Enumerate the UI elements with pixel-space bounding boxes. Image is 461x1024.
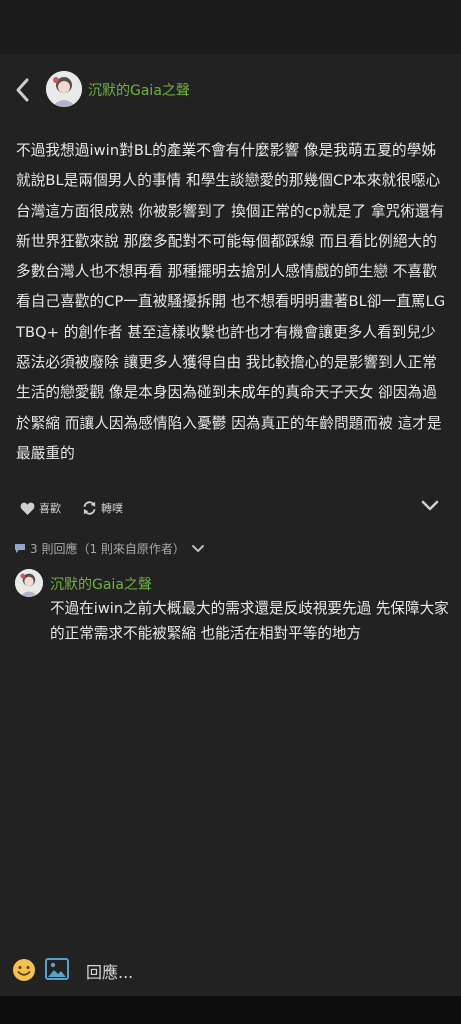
avatar[interactable] [46, 71, 82, 107]
post-body: 不過我想過iwin對BL的產業不會有什麼影響 像是我萌五夏的學姊就說BL是兩個男… [16, 142, 446, 462]
like-label: 喜歡 [39, 502, 61, 515]
emoji-button[interactable] [12, 958, 36, 986]
chevron-down-icon [191, 544, 204, 552]
reply-input[interactable]: 回應... [86, 959, 133, 983]
reply-composer: 回應... [0, 946, 461, 996]
image-upload-button[interactable] [45, 958, 69, 984]
status-bar [0, 0, 461, 54]
avatar-image [15, 569, 43, 597]
chevron-down-icon [421, 500, 439, 511]
avatar[interactable] [15, 569, 43, 597]
author-name[interactable]: 沉默的Gaia之聲 [88, 80, 190, 100]
replies-count-label: 3 則回應（1 則來自原作者） [30, 542, 185, 556]
reply-text: 不過在iwin之前大概最大的需求還是反歧視要先過 先保障大家的正常需求不能被緊縮… [50, 600, 449, 642]
reply-author-name[interactable]: 沉默的Gaia之聲 [50, 574, 152, 594]
post-actions: 喜歡 轉噗 [0, 496, 461, 522]
repost-icon [83, 501, 96, 515]
system-nav-bar [0, 996, 461, 1024]
post-header: 沉默的Gaia之聲 [0, 54, 461, 128]
expand-button[interactable] [421, 500, 439, 515]
image-icon [45, 958, 69, 980]
avatar-image [46, 71, 82, 107]
repost-label: 轉噗 [101, 502, 123, 515]
emoji-icon [13, 959, 35, 981]
speech-bubble-icon [15, 544, 25, 553]
chevron-left-icon [16, 78, 29, 102]
like-button[interactable]: 喜歡 [20, 500, 61, 516]
repost-button[interactable]: 轉噗 [82, 500, 123, 516]
replies-count-toggle[interactable]: 3 則回應（1 則來自原作者） [14, 540, 209, 557]
back-button[interactable] [12, 76, 34, 104]
heart-icon [20, 502, 35, 515]
